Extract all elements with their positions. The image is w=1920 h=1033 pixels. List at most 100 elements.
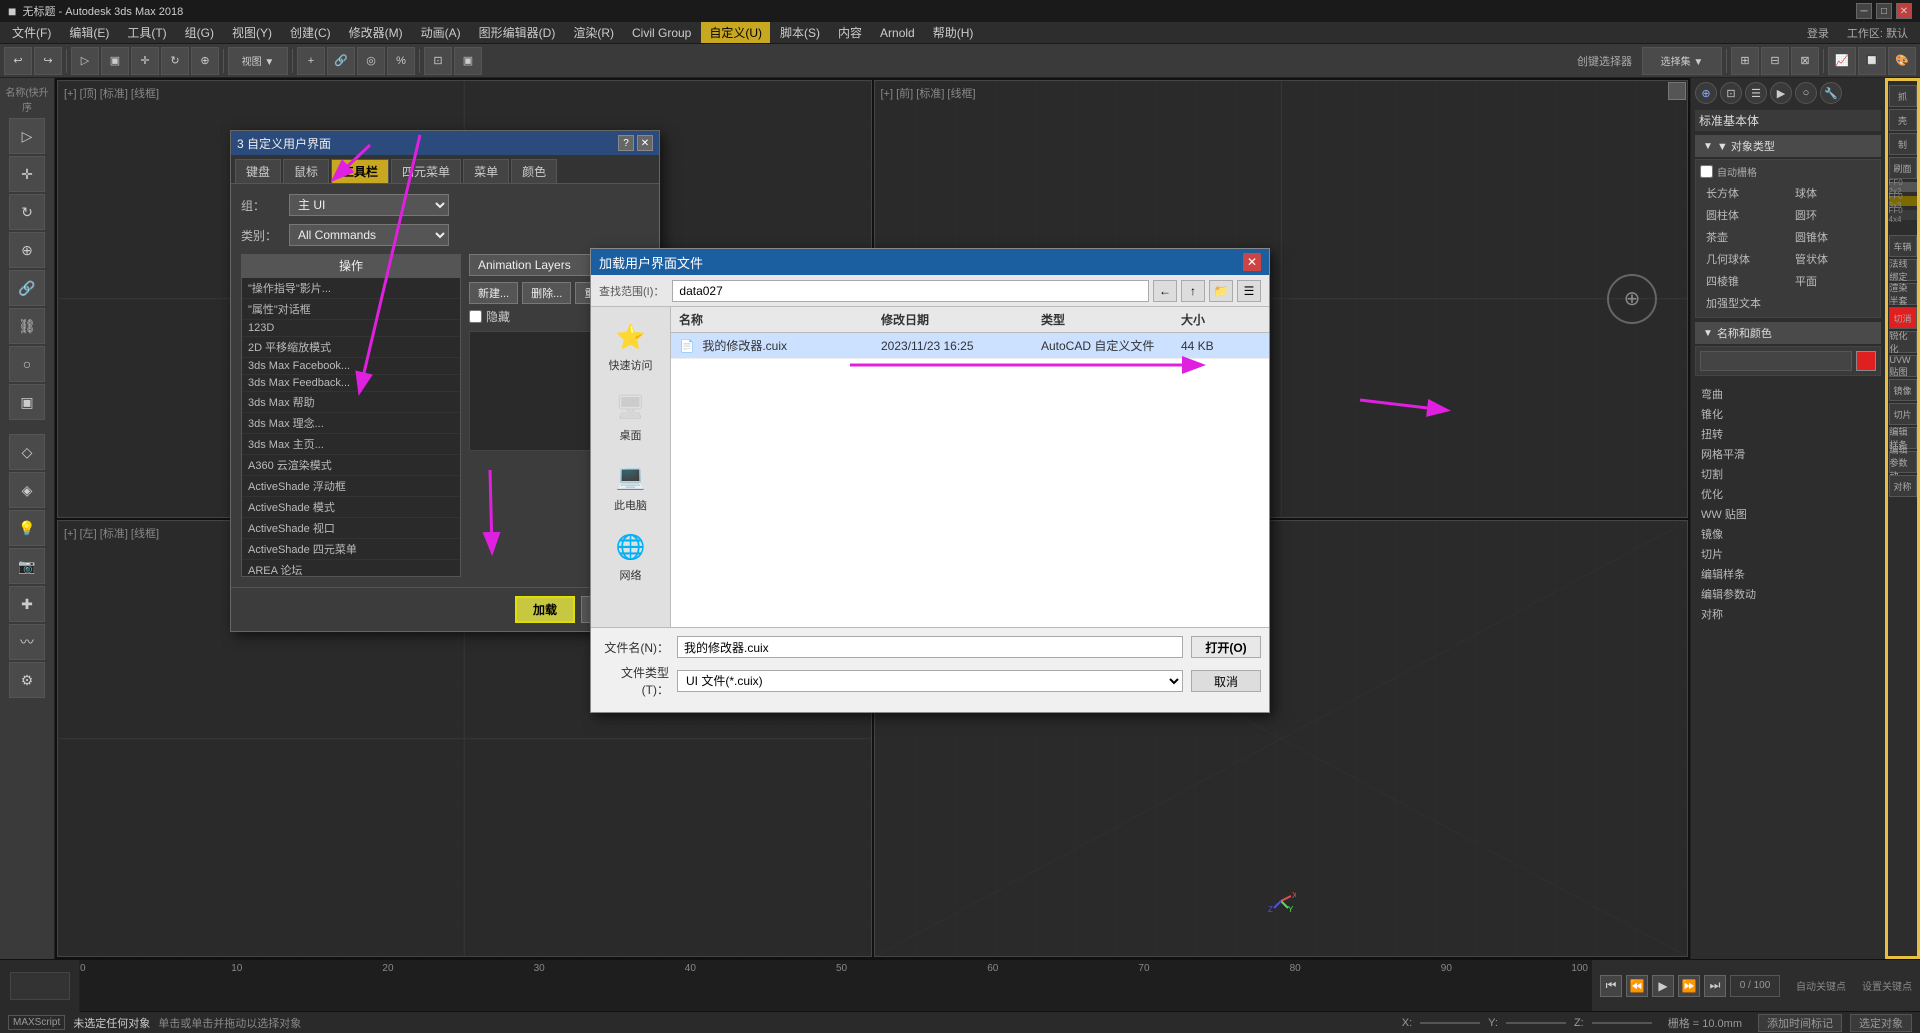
far-right-cut[interactable]: 切消 (1889, 307, 1917, 329)
tab-colors[interactable]: 颜色 (511, 159, 557, 183)
mod-slice[interactable]: 切片 (1695, 544, 1881, 564)
create-helpers[interactable]: ✚ (9, 586, 45, 622)
group-select[interactable]: 主 UI (289, 194, 449, 216)
menu-view[interactable]: 视图(Y) (224, 22, 280, 43)
autokey-btn[interactable]: 自动关键点 (1788, 978, 1854, 993)
mod-editparam[interactable]: 编辑参数动 (1695, 584, 1881, 604)
customize-dialog-close[interactable]: ✕ (637, 135, 653, 151)
menu-arnold[interactable]: Arnold (872, 24, 923, 42)
create-lights[interactable]: 💡 (9, 510, 45, 546)
mini-viewport[interactable] (10, 972, 70, 1000)
goto-start-button[interactable]: ⏮ (1600, 975, 1622, 997)
menu-animation[interactable]: 动画(A) (413, 22, 469, 43)
mod-taper[interactable]: 锥化 (1695, 404, 1881, 424)
redo-button[interactable]: ↪ (34, 47, 62, 75)
operations-list[interactable]: "操作指导"影片... "属性"对话框 123D 2D 平移缩放模式 3ds M… (241, 277, 461, 577)
far-right-btn2[interactable]: 壳 (1889, 109, 1917, 131)
delete-toolbar-btn[interactable]: 删除... (522, 282, 571, 304)
customize-dialog-help[interactable]: ? (618, 135, 634, 151)
menu-content[interactable]: 内容 (830, 22, 870, 43)
frame-counter[interactable]: 0 / 100 (1730, 975, 1780, 997)
move-button[interactable]: ✛ (131, 47, 159, 75)
cylinder-button[interactable]: 圆柱体 (1700, 205, 1787, 225)
cone-button[interactable]: 圆锥体 (1789, 227, 1876, 247)
far-right-fasc[interactable]: 法线绑定 (1889, 259, 1917, 281)
file-row-0[interactable]: 📄 我的修改器.cuix 2023/11/23 16:25 AutoCAD 自定… (671, 333, 1269, 359)
curve-editor[interactable]: 📈 (1828, 47, 1856, 75)
tab-menus[interactable]: 菜单 (463, 159, 509, 183)
menu-help[interactable]: 帮助(H) (925, 22, 982, 43)
create-tab-icon[interactable]: ⊕ (1695, 82, 1717, 104)
tube-button[interactable]: 管状体 (1789, 249, 1876, 269)
coord-x-value[interactable] (1420, 1022, 1480, 1024)
new-toolbar-btn[interactable]: 新建... (469, 282, 518, 304)
create-geometry[interactable]: ◈ (9, 472, 45, 508)
next-frame-button[interactable]: ⏩ (1678, 975, 1700, 997)
title-bar-right[interactable]: ─ □ ✕ (1856, 3, 1912, 19)
pyramid-button[interactable]: 四棱锥 (1700, 271, 1787, 291)
far-right-btn4[interactable]: 刷面 (1889, 157, 1917, 179)
mod-bend[interactable]: 弯曲 (1695, 384, 1881, 404)
add-time-tag-btn[interactable]: 添加时间标记 (1758, 1014, 1842, 1032)
rotate-button[interactable]: ↻ (161, 47, 189, 75)
shortcut-key-builder[interactable]: 创键选择器 (1569, 53, 1640, 69)
display-tab-icon[interactable]: ○ (1795, 82, 1817, 104)
far-right-vehicl[interactable]: 车辆 (1889, 235, 1917, 257)
mod-editspline[interactable]: 编辑样条 (1695, 564, 1881, 584)
modify-tab-icon[interactable]: ⊡ (1720, 82, 1742, 104)
rotate-tool[interactable]: ↻ (9, 194, 45, 230)
hierarchy-tab-icon[interactable]: ☰ (1745, 82, 1767, 104)
percent-snap-button[interactable]: % (387, 47, 415, 75)
load-nav-new-folder[interactable]: 📁 (1209, 280, 1233, 302)
color-swatch[interactable] (1856, 351, 1876, 371)
play-button[interactable]: ▶ (1652, 975, 1674, 997)
geosphere-button[interactable]: 几何球体 (1700, 249, 1787, 269)
op-item-5[interactable]: 3ds Max Facebook... (242, 358, 460, 375)
load-nav-view[interactable]: ☰ (1237, 280, 1261, 302)
mirror-button[interactable]: ⊞ (1731, 47, 1759, 75)
far-right-sharpen[interactable]: 锐化化 (1889, 331, 1917, 353)
menu-edit[interactable]: 编辑(E) (61, 22, 117, 43)
move-tool[interactable]: ✛ (9, 156, 45, 192)
mod-mirror[interactable]: 镜像 (1695, 524, 1881, 544)
setkey-btn[interactable]: 设置关键点 (1854, 978, 1920, 993)
load-sidebar-quickaccess[interactable]: ⭐ 快速访问 (595, 315, 667, 377)
teapot-button[interactable]: 茶壶 (1700, 227, 1787, 247)
torus-button[interactable]: 圆环 (1789, 205, 1876, 225)
op-item-1[interactable]: "操作指导"影片... (242, 278, 460, 299)
load-nav-up[interactable]: ↑ (1181, 280, 1205, 302)
load-sidebar-thispc[interactable]: 💻 此电脑 (595, 455, 667, 517)
mod-cut[interactable]: 切割 (1695, 464, 1881, 484)
far-right-btn3[interactable]: 制 (1889, 133, 1917, 155)
select-tool[interactable]: ▷ (9, 118, 45, 154)
menu-modifier[interactable]: 修改器(M) (341, 22, 411, 43)
op-item-9[interactable]: 3ds Max 主页... (242, 434, 460, 455)
undo-button[interactable]: ↩ (4, 47, 32, 75)
create-shapes[interactable]: ◇ (9, 434, 45, 470)
name-color-header[interactable]: ▼ 名称和颜色 (1695, 322, 1881, 344)
close-button[interactable]: ✕ (1896, 3, 1912, 19)
menu-tools[interactable]: 工具(T) (119, 22, 174, 43)
utilities-tab-icon[interactable]: 🔧 (1820, 82, 1842, 104)
load-sidebar-desktop[interactable]: 🖥 桌面 (595, 385, 667, 447)
op-item-11[interactable]: ActiveShade 浮动框 (242, 476, 460, 497)
align-button[interactable]: ⊟ (1761, 47, 1789, 75)
add-button[interactable]: + (297, 47, 325, 75)
load-sidebar-network[interactable]: 🌐 网络 (595, 525, 667, 587)
mod-twist[interactable]: 扭转 (1695, 424, 1881, 444)
link-tool[interactable]: 🔗 (9, 270, 45, 306)
menu-civil[interactable]: Civil Group (624, 24, 699, 42)
category-select[interactable]: All Commands (289, 224, 449, 246)
select-object-btn[interactable]: 选定对象 (1850, 1014, 1912, 1032)
select-region-button[interactable]: ▣ (101, 47, 129, 75)
autogrid-checkbox[interactable] (1700, 165, 1713, 178)
op-item-15[interactable]: AREA 论坛 (242, 560, 460, 577)
op-item-13[interactable]: ActiveShade 视口 (242, 518, 460, 539)
cancel-btn[interactable]: 取消 (1191, 670, 1261, 692)
op-item-12[interactable]: ActiveShade 模式 (242, 497, 460, 518)
menu-render[interactable]: 渲染(R) (565, 22, 622, 43)
op-item-10[interactable]: A360 云渲染模式 (242, 455, 460, 476)
unlink-tool[interactable]: ⛓ (9, 308, 45, 344)
mod-symmetry[interactable]: 对称 (1695, 604, 1881, 624)
op-item-4[interactable]: 2D 平移缩放模式 (242, 337, 460, 358)
